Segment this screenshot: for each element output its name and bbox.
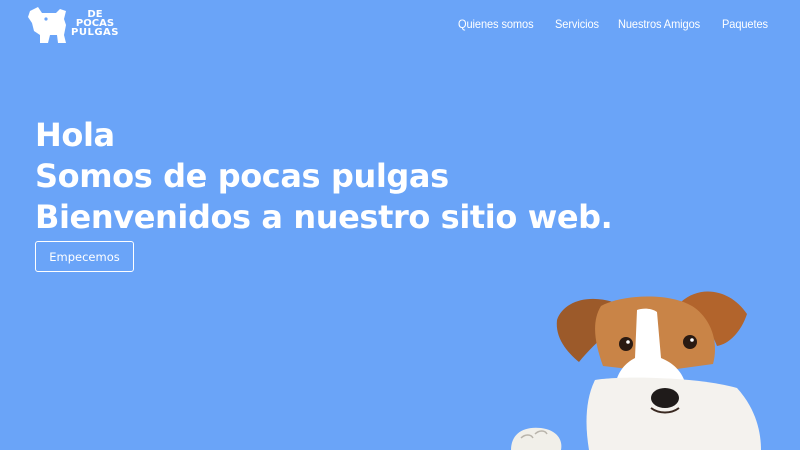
hero-line-3: Bienvenidos a nuestro sitio web. (35, 198, 613, 236)
hero-line-2: Somos de pocas pulgas (35, 157, 449, 195)
nav-link-quienes-somos[interactable]: Quienes somos (458, 17, 534, 31)
nav-link-paquetes[interactable]: Paquetes (722, 17, 768, 31)
dog-photo (511, 291, 761, 450)
hero-line-1: Hola (35, 116, 115, 154)
hero-heading: Hola Somos de pocas pulgas Bienvenidos a… (35, 115, 613, 238)
main-nav: Quienes somos Servicios Nuestros Amigos … (458, 17, 772, 31)
empecemos-button[interactable]: Empecemos (35, 241, 134, 272)
logo-line-3: PULGAS (71, 27, 119, 38)
nav-link-servicios[interactable]: Servicios (555, 17, 599, 31)
navbar: DE POCAS PULGAS Quienes somos Servicios … (0, 0, 800, 50)
nav-link-nuestros-amigos[interactable]: Nuestros Amigos (618, 17, 700, 31)
logo-wordmark: DE POCAS PULGAS (71, 10, 119, 38)
brand-logo[interactable]: DE POCAS PULGAS (26, 5, 126, 45)
dog-silhouette-icon (28, 7, 66, 43)
